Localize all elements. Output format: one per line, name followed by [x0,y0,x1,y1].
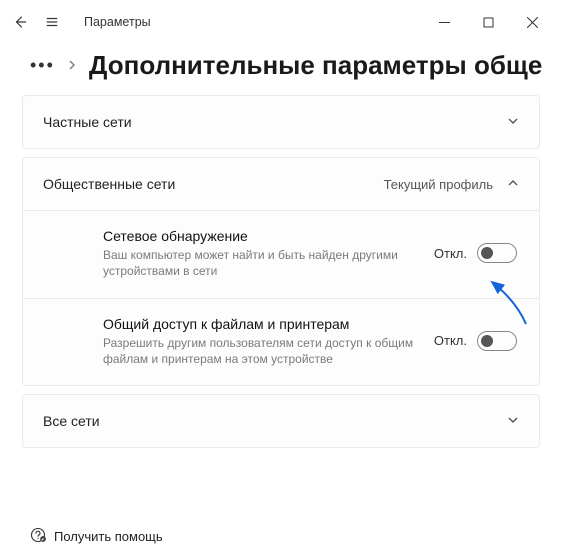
setting-title: Общий доступ к файлам и принтерам [103,315,418,333]
setting-description: Ваш компьютер может найти и быть найден … [103,247,418,279]
setting-description: Разрешить другим пользователям сети дост… [103,335,418,367]
toggle-state-label: Откл. [434,333,467,348]
chevron-down-icon [507,413,519,429]
current-profile-badge: Текущий профиль [384,177,493,192]
close-icon [527,17,538,28]
toggle-file-printer-sharing[interactable] [477,331,517,351]
help-label: Получить помощь [54,529,163,544]
chevron-down-icon [507,114,519,130]
toggle-network-discovery[interactable] [477,243,517,263]
back-arrow-icon [13,15,27,29]
app-title: Параметры [84,15,151,29]
section-header-public[interactable]: Общественные сети Текущий профиль [23,158,539,210]
section-title: Частные сети [43,114,132,130]
minimize-button[interactable] [422,7,466,37]
section-all-networks: Все сети [22,394,540,448]
setting-file-printer-sharing: Общий доступ к файлам и принтерам Разреш… [23,298,539,386]
setting-network-discovery: Сетевое обнаружение Ваш компьютер может … [23,210,539,298]
page-title: Дополнительные параметры обще [89,50,542,81]
section-private-networks: Частные сети [22,95,540,149]
back-button[interactable] [8,10,32,34]
help-icon [30,527,46,546]
breadcrumb-overflow[interactable]: ••• [30,55,55,76]
chevron-up-icon [507,176,519,192]
maximize-button[interactable] [466,7,510,37]
section-title: Общественные сети [43,176,175,192]
get-help-link[interactable]: Получить помощь [30,527,163,546]
section-header-private[interactable]: Частные сети [23,96,539,148]
section-title: Все сети [43,413,100,429]
nav-menu-button[interactable] [40,10,64,34]
section-header-all[interactable]: Все сети [23,395,539,447]
breadcrumb-chevron-icon [67,59,77,73]
hamburger-icon [45,15,59,29]
setting-title: Сетевое обнаружение [103,227,418,245]
close-button[interactable] [510,7,554,37]
maximize-icon [483,17,494,28]
toggle-state-label: Откл. [434,246,467,261]
minimize-icon [439,17,450,28]
section-public-networks: Общественные сети Текущий профиль Сетево… [22,157,540,386]
